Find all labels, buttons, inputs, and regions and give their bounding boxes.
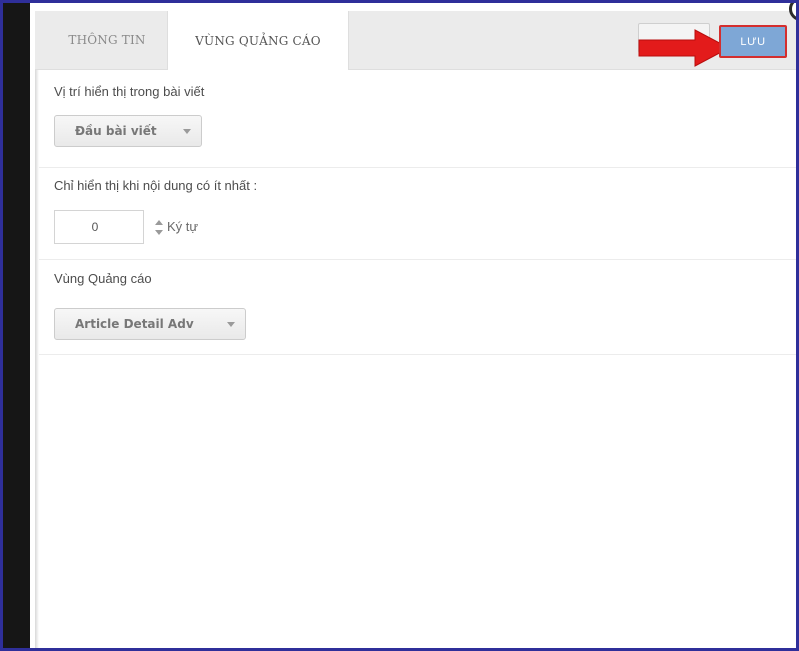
position-label: Vị trí hiển thị trong bài viết [54, 84, 205, 99]
caret-down-icon [227, 322, 235, 327]
caret-down-icon [183, 129, 191, 134]
unit-label: Ký tự [167, 219, 199, 234]
tab-bar: THÔNG TIN VÙNG QUẢNG CÁO LƯU [35, 11, 796, 70]
ad-zone-dropdown[interactable]: Article Detail Adv [54, 308, 246, 340]
tab-info[interactable]: THÔNG TIN [47, 11, 167, 69]
spinner-down-icon[interactable] [155, 230, 163, 235]
position-dropdown[interactable]: Đầu bài viết [54, 115, 202, 147]
tab-ad-zone[interactable]: VÙNG QUẢNG CÁO [167, 11, 349, 70]
save-button[interactable]: LƯU [719, 25, 787, 58]
min-content-label: Chỉ hiển thị khi nội dung có ít nhất : [54, 178, 258, 193]
min-chars-input[interactable]: 0 [54, 210, 144, 244]
position-section: Vị trí hiển thị trong bài viết Đầu bài v… [39, 70, 796, 168]
ad-zone-dropdown-value: Article Detail Adv [75, 317, 194, 331]
spinner-up-icon[interactable] [155, 220, 163, 225]
left-dark-bar [3, 3, 30, 648]
settings-panel: THÔNG TIN VÙNG QUẢNG CÁO LƯU Vị trí hiển… [35, 11, 796, 648]
dialog-frame: THÔNG TIN VÙNG QUẢNG CÁO LƯU Vị trí hiển… [0, 0, 799, 651]
position-dropdown-value: Đầu bài viết [75, 124, 157, 138]
ad-zone-label: Vùng Quảng cáo [54, 271, 152, 286]
min-content-section: Chỉ hiển thị khi nội dung có ít nhất : 0… [39, 168, 796, 260]
number-spinner[interactable] [153, 212, 165, 242]
ad-zone-section: Vùng Quảng cáo Article Detail Adv [39, 260, 796, 355]
